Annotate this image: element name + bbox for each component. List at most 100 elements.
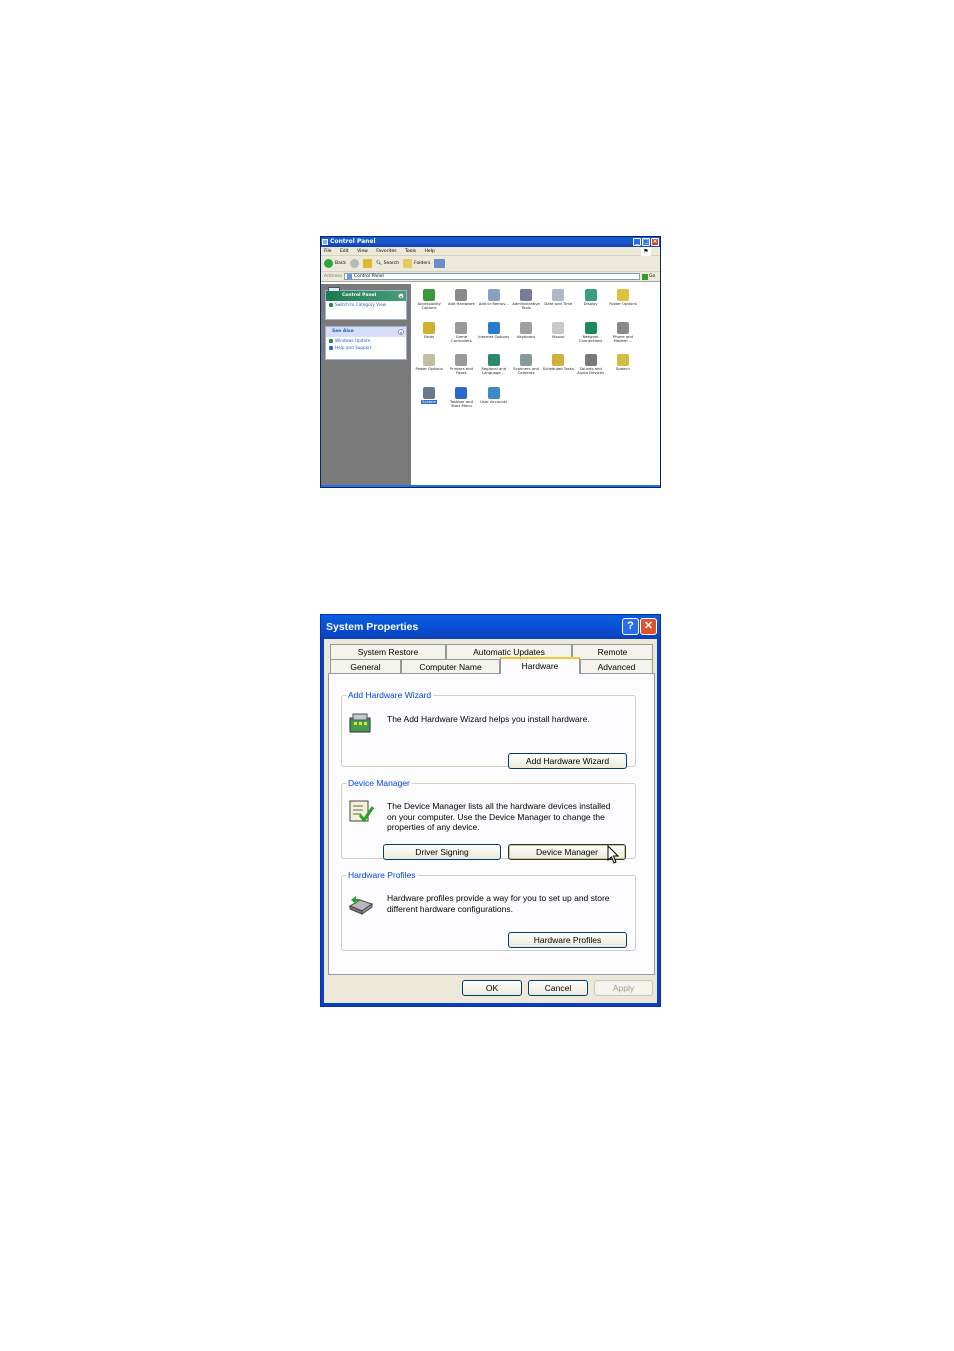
tab-advanced[interactable]: Advanced bbox=[580, 659, 653, 674]
menu-help[interactable]: Help bbox=[425, 249, 435, 254]
control-panel-item-label: Phone and Modem ... bbox=[612, 333, 633, 343]
minimize-button[interactable]: _ bbox=[633, 238, 641, 246]
forward-button[interactable] bbox=[349, 259, 359, 268]
dialog-title-bar: System Properties ? ✕ bbox=[321, 615, 660, 639]
menu-tools[interactable]: Tools bbox=[405, 249, 416, 254]
menu-view[interactable]: View bbox=[357, 249, 368, 254]
control-panel-item-icon bbox=[520, 289, 533, 301]
search-icon: 🔍︎ bbox=[375, 260, 382, 266]
menu-file[interactable]: File bbox=[324, 249, 332, 254]
toolbar: Back 🔍︎ Search Folders bbox=[321, 256, 660, 272]
mouse-pointer-icon bbox=[607, 845, 620, 864]
tab-hardware[interactable]: Hardware bbox=[500, 657, 580, 674]
control-panel-item-icon bbox=[584, 289, 597, 301]
dialog-close-button[interactable]: ✕ bbox=[640, 618, 657, 635]
control-panel-item[interactable]: Speech bbox=[607, 353, 639, 386]
control-panel-item[interactable]: Date and Time bbox=[542, 288, 574, 321]
control-panel-item[interactable]: Display bbox=[574, 288, 606, 321]
control-panel-item-icon bbox=[487, 354, 500, 366]
close-button[interactable]: × bbox=[651, 238, 659, 246]
collapse-chevron-icon[interactable]: « bbox=[398, 293, 404, 299]
control-panel-item[interactable]: Mouse bbox=[542, 321, 574, 354]
driver-signing-button[interactable]: Driver Signing bbox=[383, 844, 501, 860]
collapse-chevron-icon[interactable]: « bbox=[398, 329, 404, 335]
window-bottom-border bbox=[321, 485, 660, 487]
add-hardware-wizard-button[interactable]: Add Hardware Wizard bbox=[508, 753, 627, 769]
cancel-button[interactable]: Cancel bbox=[528, 980, 588, 996]
control-panel-item-label: Accessibility Options bbox=[417, 301, 441, 311]
control-panel-item[interactable]: User Accounts bbox=[478, 386, 510, 419]
help-button[interactable]: ? bbox=[622, 618, 639, 635]
menu-edit[interactable]: Edit bbox=[340, 249, 349, 254]
hardware-profiles-legend: Hardware Profiles bbox=[348, 870, 416, 880]
control-panel-item[interactable]: Phone and Modem ... bbox=[607, 321, 639, 354]
control-panel-item-icon bbox=[487, 321, 500, 334]
address-input[interactable]: Control Panel bbox=[343, 273, 640, 280]
go-arrow-icon bbox=[642, 273, 648, 280]
maximize-button[interactable]: □ bbox=[642, 238, 650, 246]
task-box-title: Control Panel bbox=[342, 293, 377, 298]
control-panel-item[interactable]: Scheduled Tasks bbox=[542, 353, 574, 386]
control-panel-window: Control Panel _ □ × File Edit View Favor… bbox=[320, 236, 661, 488]
help-support-link[interactable]: Help and Support bbox=[326, 344, 406, 352]
tab-general[interactable]: General bbox=[330, 659, 401, 674]
task-box-header[interactable]: Control Panel « bbox=[326, 291, 406, 301]
tab-remote[interactable]: Remote bbox=[572, 644, 653, 659]
control-panel-item[interactable]: Sounds and Audio Devices bbox=[574, 353, 606, 386]
control-panel-item-label: Add Hardware bbox=[448, 301, 475, 306]
back-button[interactable]: Back bbox=[324, 256, 346, 272]
help-support-label: Help and Support bbox=[335, 345, 372, 350]
folders-button[interactable]: Folders bbox=[403, 256, 430, 272]
control-panel-item[interactable]: Scanners and Cameras bbox=[510, 353, 542, 386]
tab-computer-name[interactable]: Computer Name bbox=[401, 659, 500, 674]
control-panel-item-label: Date and Time bbox=[544, 301, 573, 306]
apply-button[interactable]: Apply bbox=[594, 980, 653, 996]
control-panel-item-icon bbox=[520, 354, 533, 366]
forward-arrow-icon bbox=[349, 259, 359, 268]
control-panel-item[interactable]: Regional and Language ... bbox=[478, 353, 510, 386]
control-panel-item-icon bbox=[423, 289, 436, 301]
control-panel-item[interactable]: Folder Options bbox=[607, 288, 639, 321]
control-panel-item-icon bbox=[487, 386, 500, 399]
see-also-header[interactable]: See Also « bbox=[326, 327, 406, 337]
see-also-title: See Also bbox=[332, 329, 354, 334]
control-panel-item[interactable]: Fonts bbox=[413, 321, 445, 354]
control-panel-item[interactable]: Printers and Faxes bbox=[445, 353, 477, 386]
hardware-profiles-group: Hardware Profiles Hardware profiles prov… bbox=[341, 871, 636, 951]
control-panel-small-icon bbox=[346, 274, 352, 279]
control-panel-item[interactable]: Internet Options bbox=[478, 321, 510, 354]
go-button[interactable]: Go bbox=[642, 272, 660, 282]
control-panel-item[interactable]: Network Connections bbox=[574, 321, 606, 354]
control-panel-title-bar: Control Panel _ □ × bbox=[321, 237, 660, 247]
go-label: Go bbox=[649, 273, 656, 279]
control-panel-item[interactable]: Add Hardware bbox=[445, 288, 477, 321]
control-panel-grid: Accessibility Options Add Hardware Add or … bbox=[413, 288, 639, 418]
control-panel-item[interactable]: Taskbar and Start Menu bbox=[445, 386, 477, 419]
up-folder-button[interactable] bbox=[362, 259, 372, 268]
control-panel-item-label: Administrative Tools bbox=[512, 301, 540, 311]
control-panel-item-icon bbox=[584, 354, 597, 366]
address-value: Control Panel bbox=[353, 273, 384, 279]
tab-system-restore[interactable]: System Restore bbox=[330, 644, 446, 659]
control-panel-item-icon bbox=[520, 321, 533, 334]
control-panel-item-label: Power Options bbox=[415, 366, 443, 371]
control-panel-item[interactable]: Administrative Tools bbox=[510, 288, 542, 321]
switch-category-view-link[interactable]: Switch to Category View bbox=[326, 301, 406, 309]
control-panel-item[interactable]: Keyboard bbox=[510, 321, 542, 354]
question-icon: ? bbox=[627, 620, 634, 632]
search-button[interactable]: 🔍︎ Search bbox=[376, 256, 399, 272]
control-panel-item-icon bbox=[423, 354, 436, 366]
control-panel-item-icon bbox=[552, 321, 565, 334]
control-panel-item[interactable]: Add or Remov... bbox=[478, 288, 510, 321]
control-panel-item[interactable]: System bbox=[413, 386, 445, 419]
control-panel-item-icon bbox=[552, 354, 565, 366]
control-panel-item[interactable]: Accessibility Options bbox=[413, 288, 445, 321]
task-pane: Control Panel « Switch to Category View … bbox=[321, 284, 411, 487]
hardware-profiles-icon bbox=[348, 896, 374, 915]
hardware-profiles-button[interactable]: Hardware Profiles bbox=[508, 932, 627, 948]
menu-favorites[interactable]: Favorites bbox=[376, 249, 396, 254]
control-panel-item[interactable]: Power Options bbox=[413, 353, 445, 386]
control-panel-item[interactable]: Game Controllers bbox=[445, 321, 477, 354]
views-button[interactable] bbox=[434, 259, 446, 268]
ok-button[interactable]: OK bbox=[462, 980, 522, 996]
